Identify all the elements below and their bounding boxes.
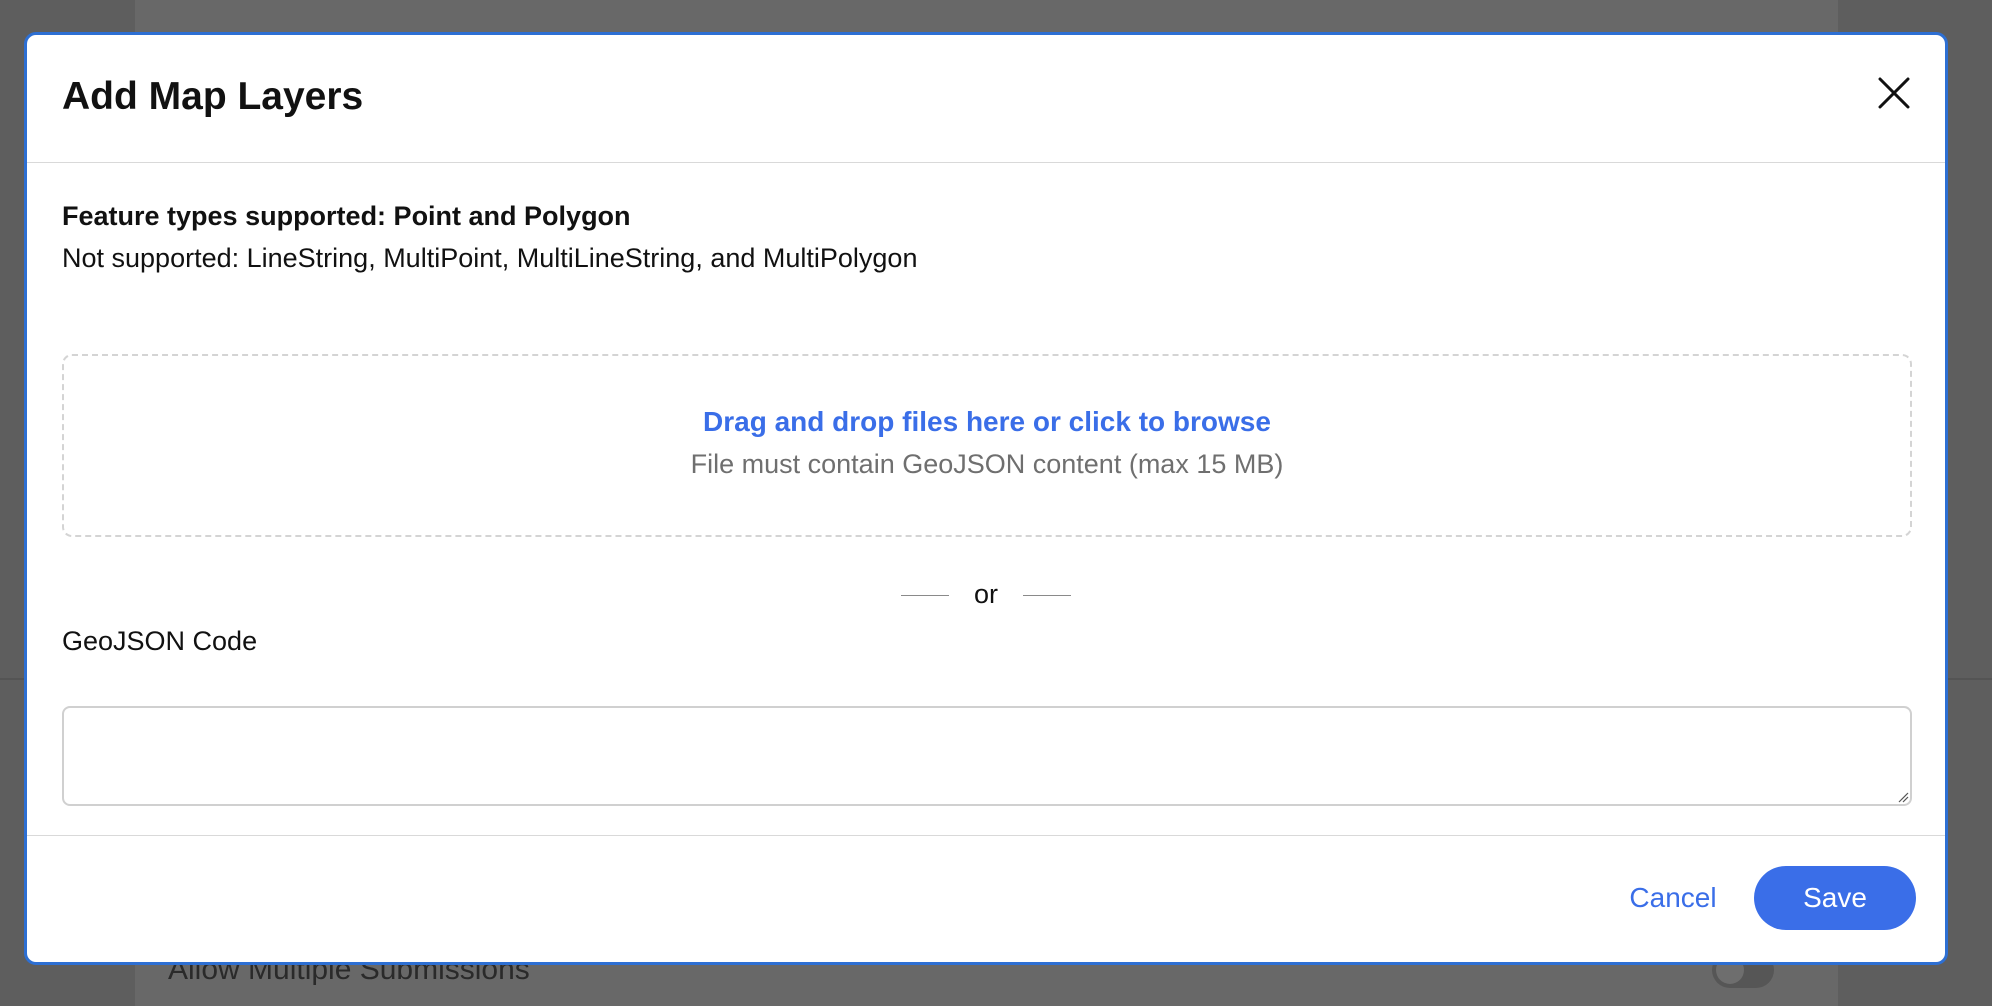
cancel-button[interactable]: Cancel bbox=[1598, 866, 1748, 930]
add-map-layers-dialog: Add Map Layers Feature types supported: … bbox=[24, 32, 1948, 965]
file-requirements-hint: File must contain GeoJSON content (max 1… bbox=[690, 449, 1284, 479]
separator-text: or bbox=[973, 579, 998, 609]
save-button[interactable]: Save bbox=[1754, 866, 1916, 930]
dialog-header: Add Map Layers bbox=[27, 35, 1945, 163]
geojson-code-input[interactable] bbox=[62, 706, 1912, 806]
separator-line-right bbox=[1023, 595, 1071, 597]
separator-line-left bbox=[900, 595, 949, 597]
close-button[interactable] bbox=[1872, 71, 1916, 115]
or-separator: or bbox=[27, 579, 1945, 610]
resize-grip-icon[interactable] bbox=[1897, 791, 1909, 803]
dialog-footer: Cancel Save bbox=[27, 835, 1945, 962]
close-icon bbox=[1878, 77, 1910, 109]
dialog-body: Feature types supported: Point and Polyg… bbox=[27, 163, 1945, 823]
dialog-title: Add Map Layers bbox=[62, 75, 364, 118]
not-supported-text: Not supported: LineString, MultiPoint, M… bbox=[62, 243, 918, 273]
file-dropzone[interactable]: Drag and drop files here or click to bro… bbox=[62, 354, 1912, 537]
feature-types-heading: Feature types supported: Point and Polyg… bbox=[62, 201, 631, 231]
browse-files-link[interactable]: Drag and drop files here or click to bro… bbox=[64, 406, 1910, 438]
geojson-code-label: GeoJSON Code bbox=[62, 626, 258, 656]
